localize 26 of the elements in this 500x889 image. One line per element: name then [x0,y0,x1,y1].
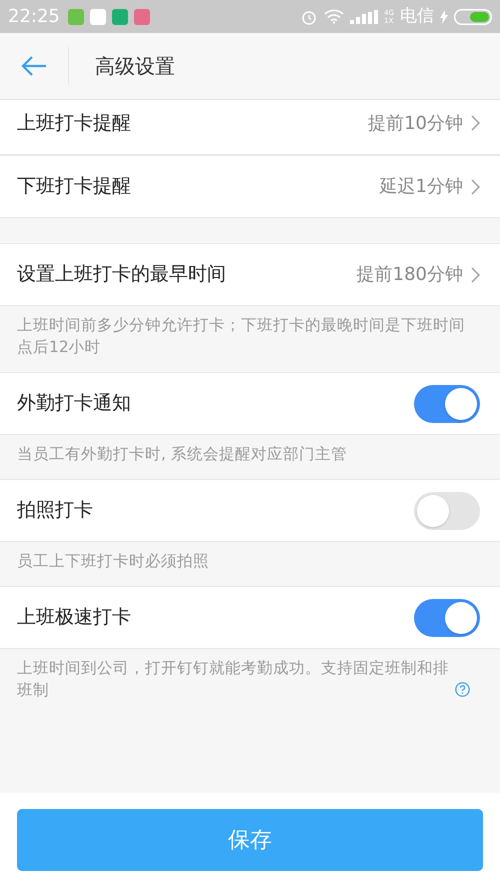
settings-row[interactable]: 外勤打卡通知 [0,372,500,435]
settings-row[interactable]: 下班打卡提醒 延迟1分钟 [0,155,500,218]
settings-row[interactable]: 上班打卡提醒 提前10分钟 [0,100,500,155]
battery-icon [454,8,492,24]
hint-text: 上班时间到公司，打开钉钉就能考勤成功。支持固定班制和排班制 [17,658,450,701]
hint-text: 当员工有外勤打卡时, 系统会提醒对应部门主管 [17,445,347,463]
settings-row[interactable]: 拍照打卡 [0,479,500,542]
app-icon [134,8,150,24]
app-icon [68,8,84,24]
charging-icon [440,10,448,24]
settings-row[interactable]: 上班极速打卡 [0,586,500,649]
settings-row[interactable]: 设置上班打卡的最早时间 提前180分钟 [0,243,500,306]
toggle-switch[interactable] [414,492,480,530]
toggle-switch[interactable] [414,598,480,636]
chevron-right-icon [471,266,480,282]
toggle-switch[interactable] [414,384,480,422]
hint-text: 员工上下班打卡时必须拍照 [17,552,209,570]
page-title: 高级设置 [95,53,175,80]
signal-icon [350,10,378,24]
back-arrow-icon [21,55,47,77]
chevron-right-icon [471,178,480,194]
wifi-icon [324,9,344,24]
hint-text: 上班时间前多少分钟允许打卡；下班打卡的最晚时间是下班时间点后12小时 [17,316,465,356]
app-icon [112,8,128,24]
chevron-right-icon [471,115,480,131]
help-icon[interactable] [455,682,470,697]
